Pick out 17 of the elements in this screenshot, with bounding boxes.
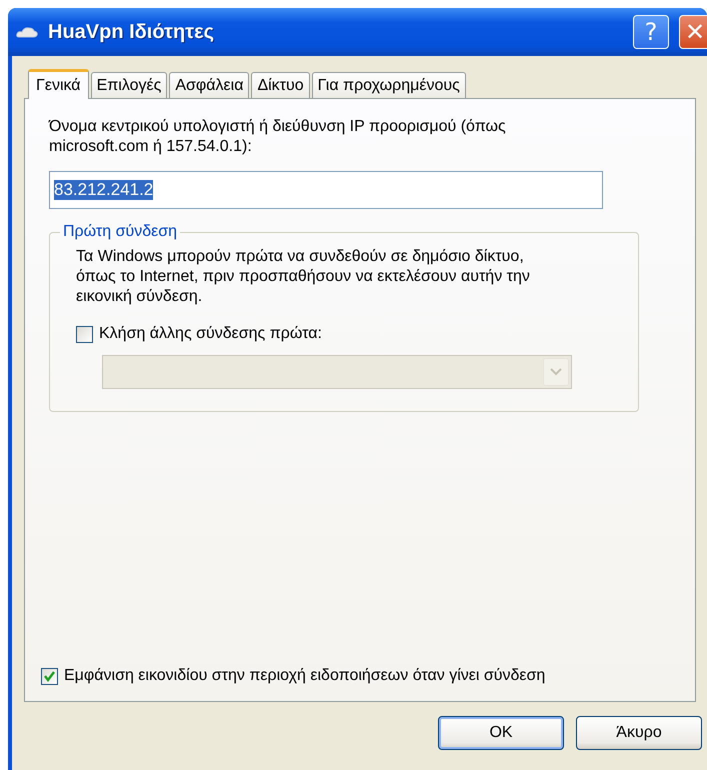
window-title: HuaVpn Ιδιότητες [48, 20, 215, 44]
checkbox-label: Κλήση άλλης σύνδεσης πρώτα: [99, 325, 322, 343]
tab[interactable]: Ασφάλεια [169, 72, 250, 98]
host-input-field[interactable]: 83.212.241.2 [49, 171, 603, 209]
tab[interactable]: Δίκτυο [251, 72, 310, 98]
checkbox-label: Εμφάνιση εικονιδίου στην περιοχή ειδοποιήσεων όταν γίνει σύνδεση [64, 667, 546, 685]
checkbox[interactable] [76, 326, 93, 342]
tab[interactable]: Για προχωρημένους [312, 72, 466, 98]
group-title: Πρώτη σύνδεση [62, 223, 178, 241]
checkbox[interactable] [41, 668, 58, 684]
tab[interactable]: Γενικά [28, 69, 89, 99]
host-label: Όνομα κεντρικού υπολογιστή ή διεύθυνση IP προορισμού (όπως microsoft.com ή 157.54.0.1): [49, 117, 507, 157]
description-text: Τα Windows μπορούν πρώτα να συνδεθούν σε δημόσιο δίκτυο, όπως το Internet, πριν προσπαθήσουν να εκτελέσουν αυτήν την εικονική σύνδεση. [76, 247, 531, 307]
tab[interactable]: Επιλογές [90, 72, 168, 98]
cloud-icon [16, 26, 38, 38]
cancel-button[interactable]: Άκυρο [576, 716, 702, 750]
ok-button[interactable]: OK [438, 716, 564, 750]
